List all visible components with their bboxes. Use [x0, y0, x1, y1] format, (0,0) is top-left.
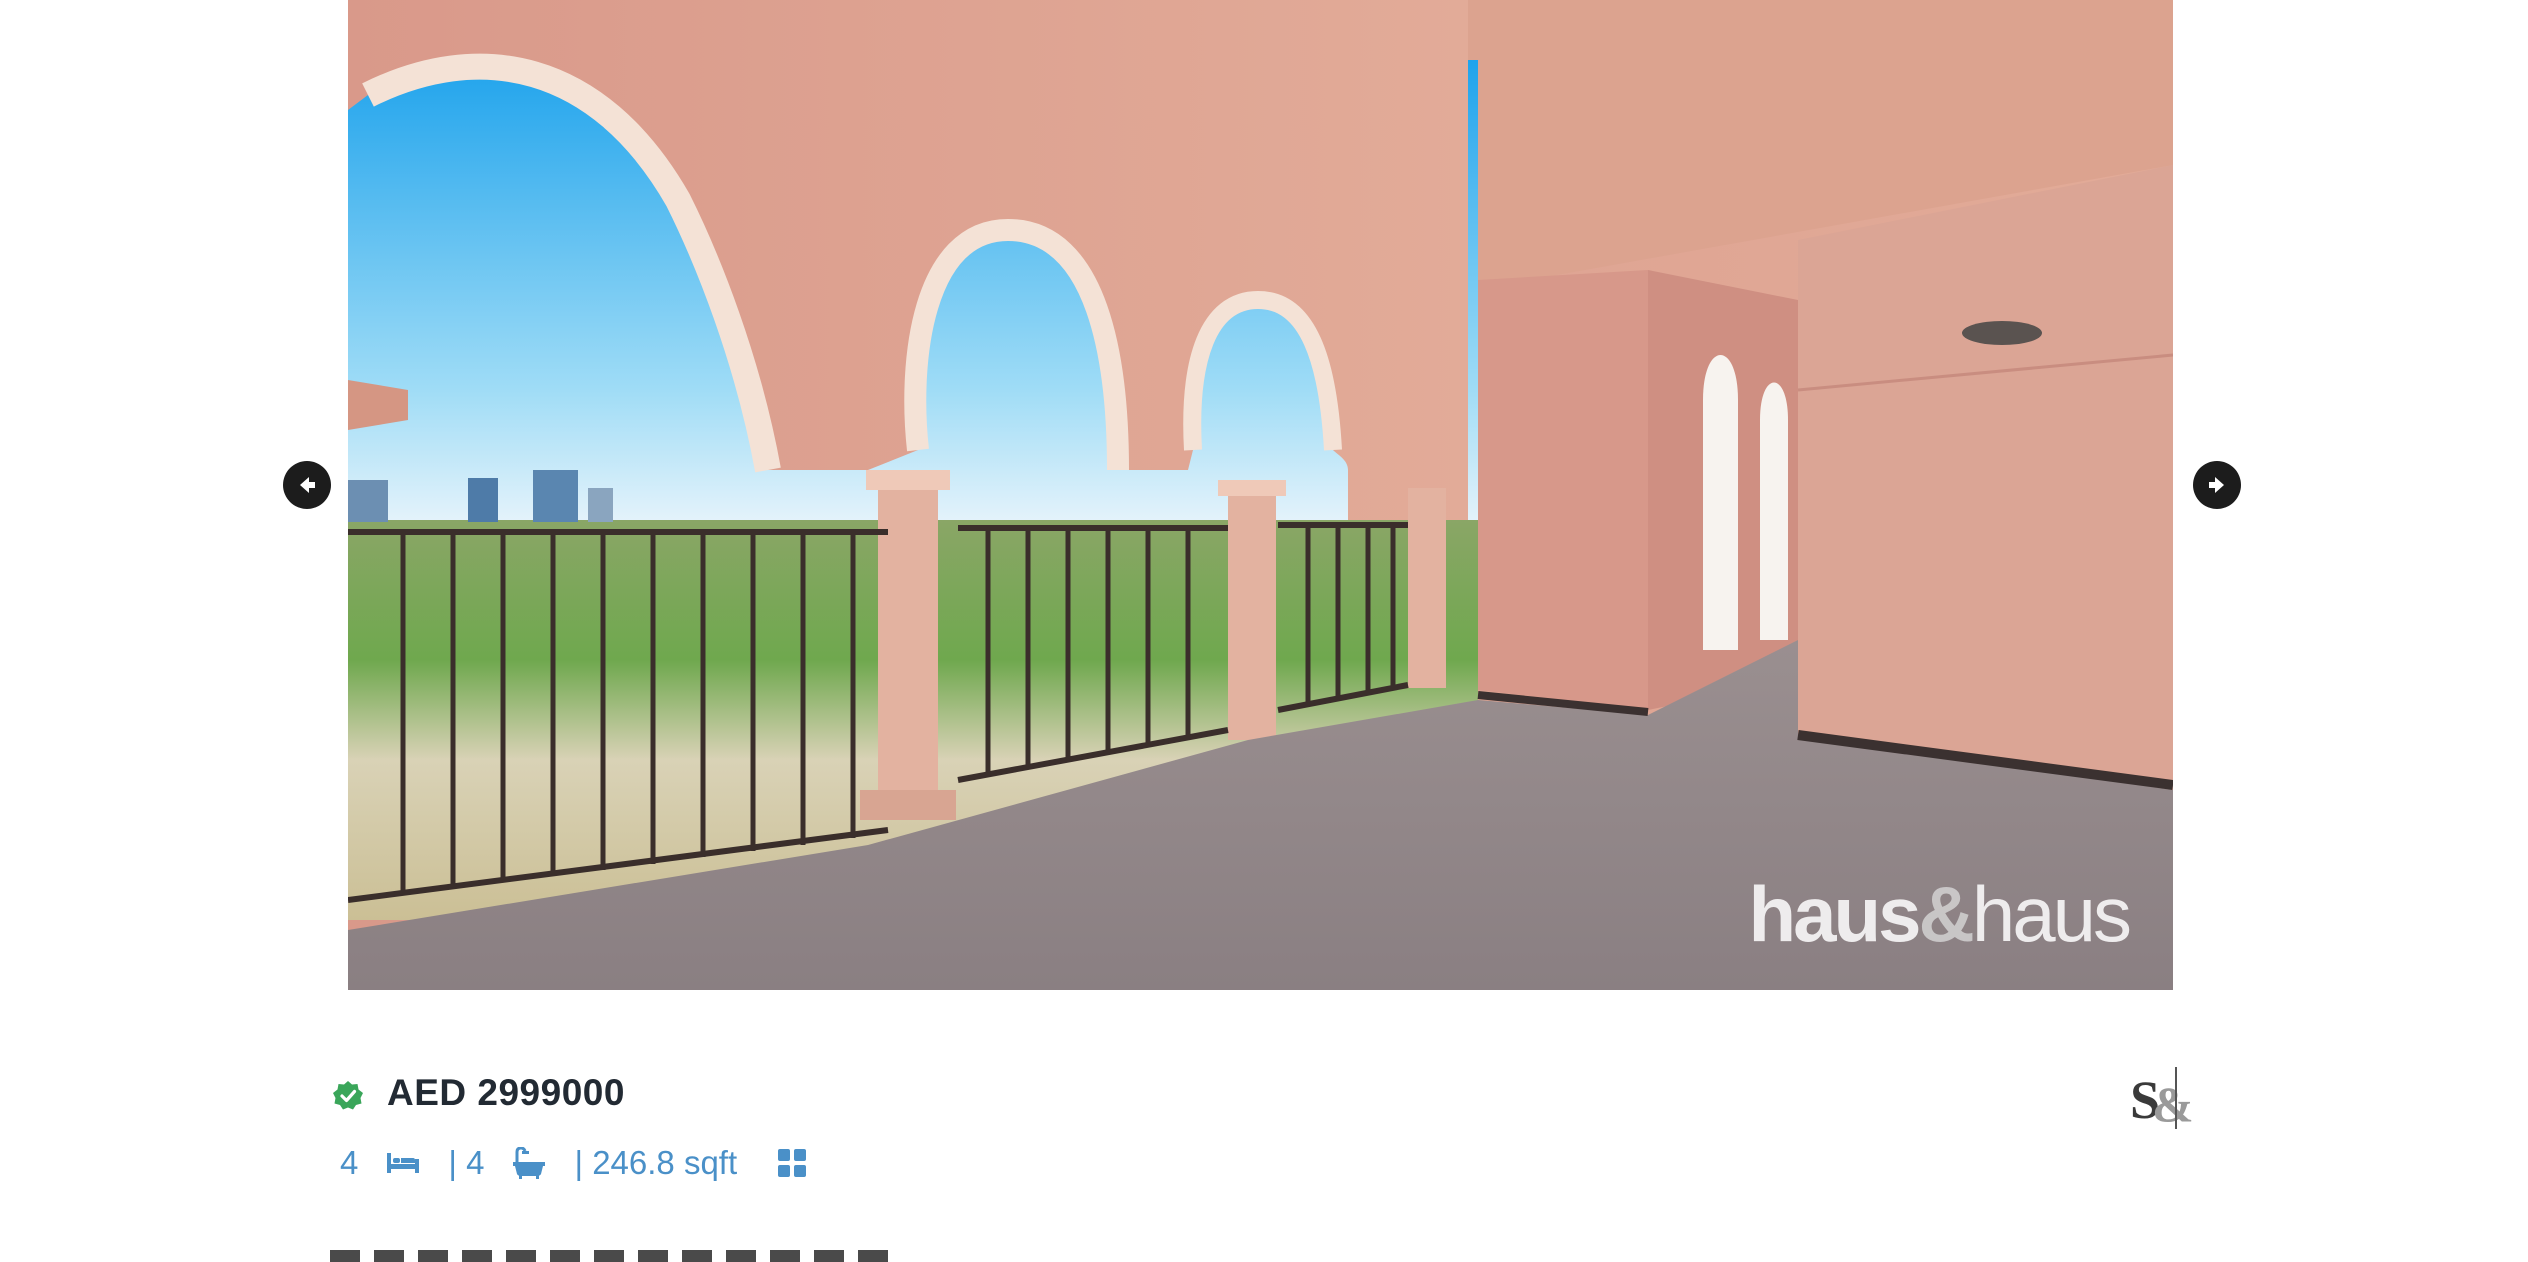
arrow-left-circle-icon [300, 477, 315, 493]
svg-text:&: & [2152, 1076, 2194, 1132]
watermark-secondary: haus [1971, 870, 2132, 958]
verified-badge-icon [333, 1081, 363, 1110]
gallery-next-button[interactable] [2193, 461, 2241, 509]
listing-specs: 4 | 4 | 246.8 sqft [340, 1140, 807, 1186]
listing-price: AED 2999000 [387, 1072, 625, 1113]
gallery-prev-button[interactable] [283, 461, 331, 509]
watermark-primary: haus [1748, 870, 1921, 958]
arrow-right-circle-icon [2209, 477, 2224, 493]
bathrooms-count: | 4 [448, 1144, 485, 1181]
watermark: haus&haus [1748, 869, 2132, 960]
bed-icon [386, 1151, 420, 1175]
bedrooms-count: 4 [340, 1144, 359, 1181]
listing-title-cropped [330, 1248, 890, 1262]
area-size: | 246.8 sqft [574, 1144, 738, 1181]
watermark-ampersand: & [1918, 870, 1975, 958]
bath-icon [512, 1147, 546, 1179]
listing-photo[interactable]: haus&haus [348, 0, 2173, 990]
grid-icon[interactable] [777, 1148, 807, 1178]
agency-logo[interactable]: S & [2128, 1063, 2198, 1133]
